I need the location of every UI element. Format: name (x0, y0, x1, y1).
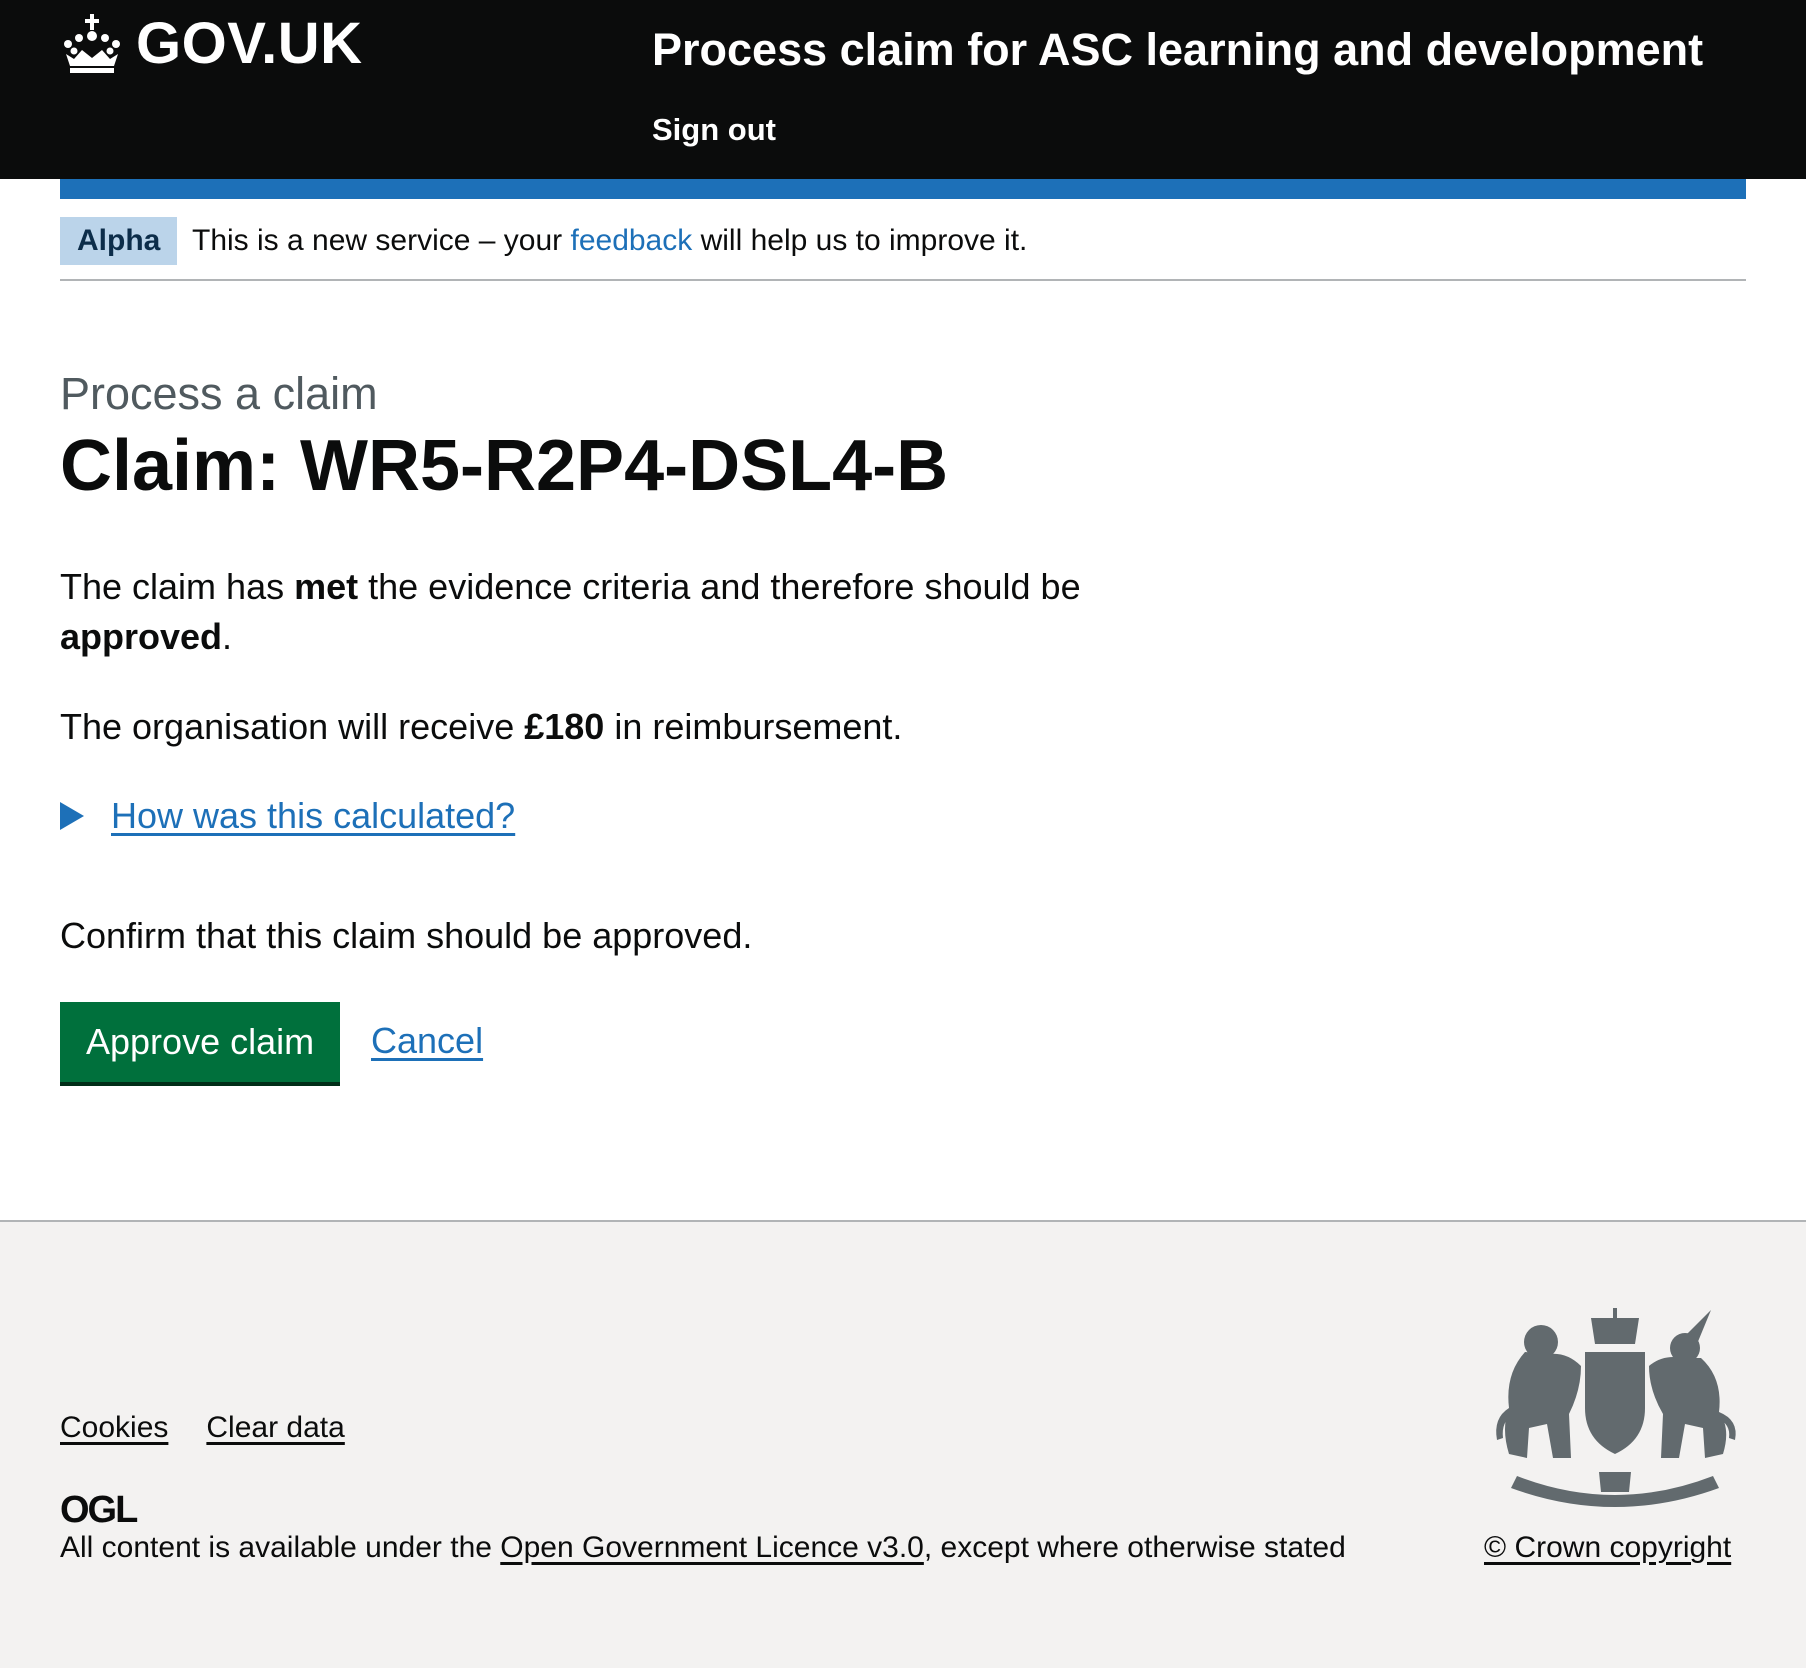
site-header: GOV.UK Process claim for ASC learning an… (0, 0, 1806, 179)
page-title: Claim: WR5-R2P4-DSL4-B (60, 426, 949, 506)
reimbursement-after: in reimbursement. (604, 706, 903, 747)
outcome-approved: approved (60, 616, 223, 657)
sign-out-link[interactable]: Sign out (652, 110, 776, 150)
reimbursement-before: The organisation will receive (60, 706, 525, 747)
reimbursement-amount: £180 (524, 706, 605, 747)
reimbursement-text: The organisation will receive £180 in re… (60, 702, 1120, 752)
licence-before: All content is available under the (60, 1531, 501, 1564)
triangle-right-icon (60, 802, 84, 830)
ogl-logo: OGL (60, 1489, 138, 1531)
clear-data-link[interactable]: Clear data (206, 1408, 344, 1448)
outcome-met: met (294, 566, 359, 607)
cookies-link[interactable]: Cookies (60, 1408, 168, 1448)
confirm-text: Confirm that this claim should be approv… (60, 915, 753, 956)
phase-tag: Alpha (60, 217, 178, 265)
crown-icon (64, 14, 120, 73)
crown-copyright-link[interactable]: © Crown copyright (1484, 1528, 1731, 1568)
header-blue-bar (60, 179, 1746, 199)
phase-banner-text: This is a new service – your feedback wi… (192, 221, 1027, 261)
site-footer: Cookies Clear data OGL All content is av… (0, 1220, 1806, 1668)
outcome-middle: the evidence criteria and therefore shou… (358, 566, 1081, 607)
calculation-details[interactable]: How was this calculated? (60, 791, 515, 841)
cancel-link[interactable]: Cancel (371, 1016, 483, 1066)
phase-text-before: This is a new service – your (192, 224, 571, 257)
outcome-text: The claim has met the evidence criteria … (60, 562, 1120, 662)
phase-banner: Alpha This is a new service – your feedb… (60, 199, 1746, 281)
licence-text: All content is available under the Open … (60, 1528, 1346, 1568)
approve-claim-button[interactable]: Approve claim (60, 1002, 341, 1082)
licence-after: , except where otherwise stated (923, 1531, 1346, 1564)
feedback-link[interactable]: feedback (570, 224, 692, 257)
royal-coat-of-arms-icon (1496, 1308, 1736, 1507)
page-caption: Process a claim (60, 368, 378, 419)
govuk-logo-link[interactable]: GOV.UK (60, 12, 362, 76)
footer-links: Cookies Clear data (60, 1408, 345, 1448)
outcome-after: . (222, 616, 233, 657)
phase-text-after: will help us to improve it. (692, 224, 1028, 257)
open-government-licence-link[interactable]: Open Government Licence v3.0 (500, 1531, 924, 1564)
service-name-link[interactable]: Process claim for ASC learning and devel… (652, 22, 1703, 78)
calculation-details-summary[interactable]: How was this calculated? (111, 791, 515, 841)
logo-text: GOV.UK (136, 11, 363, 76)
outcome-before: The claim has (60, 566, 295, 607)
